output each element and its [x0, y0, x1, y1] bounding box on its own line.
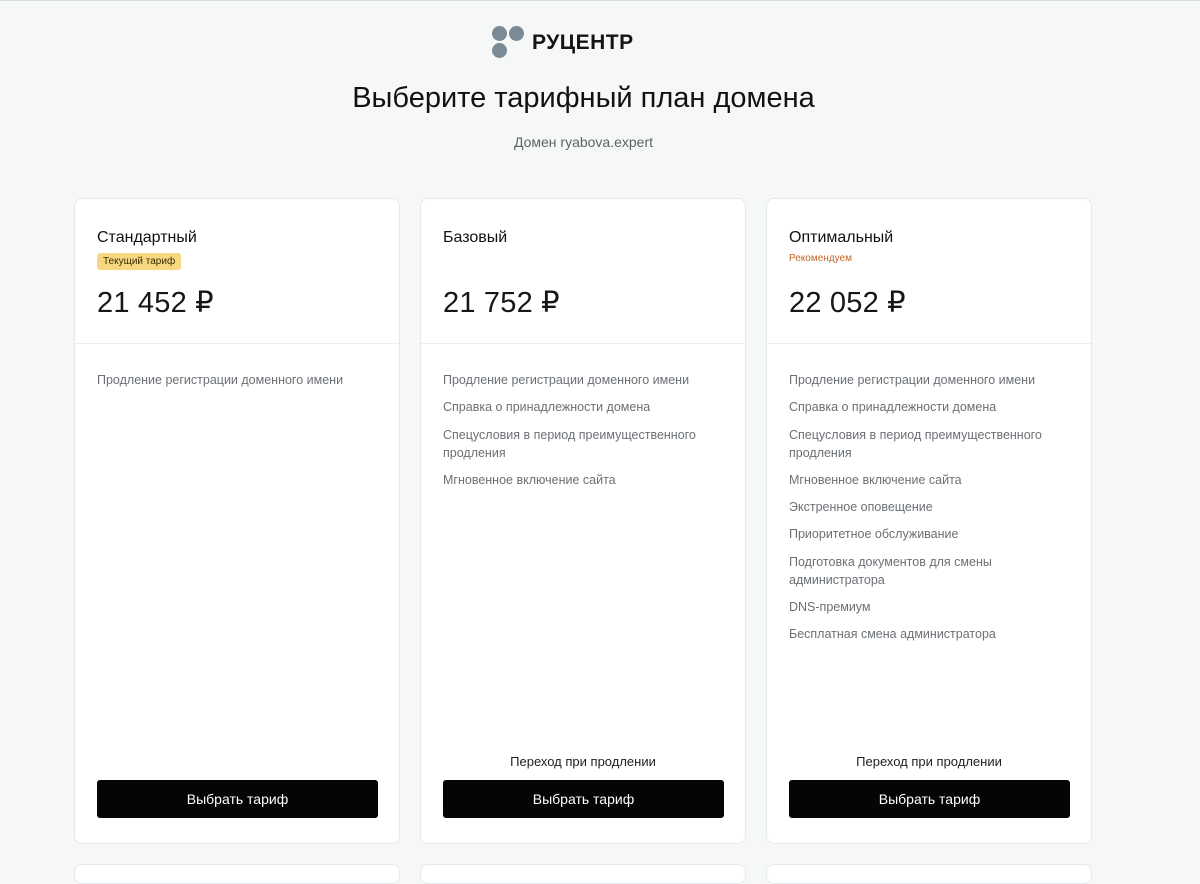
brand-logo[interactable]: РУЦЕНТР [492, 26, 634, 60]
brand-name: РУЦЕНТР [532, 31, 634, 54]
next-card-peek [420, 864, 746, 884]
feature-item: Экстренное оповещение [789, 500, 933, 515]
feature-item: Спецусловия в период преимущественного п… [789, 427, 1042, 460]
feature-item: Спецусловия в период преимущественного п… [443, 427, 696, 460]
feature-list: Продление регистрации доменного имени Сп… [443, 371, 723, 498]
recommended-badge: Рекомендуем [789, 253, 852, 264]
feature-item: Мгновенное включение сайта [443, 472, 616, 487]
feature-item: Приоритетное обслуживание [789, 527, 959, 542]
transition-note: Переход при продлении [856, 754, 1002, 769]
feature-item: Мгновенное включение сайта [789, 472, 962, 487]
feature-list: Продление регистрации доменного имени [97, 371, 377, 398]
feature-item: Подготовка документов для смены админист… [789, 554, 992, 587]
plan-price: 21 752 ₽ [443, 287, 560, 319]
logo-dots-icon [492, 26, 526, 60]
top-border [0, 0, 1200, 1]
feature-item: Продление регистрации доменного имени [789, 373, 1036, 387]
feature-item: Продление регистрации доменного имени [97, 373, 344, 387]
next-card-peek [766, 864, 1092, 884]
plan-name: Стандартный [97, 229, 197, 246]
select-plan-button[interactable]: Выбрать тариф [443, 780, 724, 818]
page-title: Выберите тарифный план домена [352, 82, 815, 114]
select-plan-button[interactable]: Выбрать тариф [97, 780, 378, 818]
domain-subtitle: Домен ryabova.expert [513, 134, 654, 150]
plan-card-header: Базовый 21 752 ₽ [421, 199, 745, 344]
plan-price: 22 052 ₽ [789, 287, 906, 319]
feature-item: Продление регистрации доменного имени [443, 373, 690, 387]
next-card-peek [74, 864, 400, 884]
plan-card-standard: Стандартный Текущий тариф 21 452 ₽ Продл… [74, 198, 400, 844]
plan-card-header: Оптимальный Рекомендуем 22 052 ₽ [767, 199, 1091, 344]
feature-item: Бесплатная смена администратора [789, 627, 996, 642]
transition-note: Переход при продлении [510, 754, 656, 769]
feature-list: Продление регистрации доменного имени Сп… [789, 371, 1069, 653]
current-plan-badge: Текущий тариф [97, 253, 182, 270]
plan-name: Оптимальный [789, 229, 894, 246]
feature-item: DNS-премиум [789, 600, 871, 615]
plan-name: Базовый [443, 229, 508, 246]
plan-price: 21 452 ₽ [97, 287, 214, 319]
plan-card-basic: Базовый 21 752 ₽ Продление регистрации д… [420, 198, 746, 844]
feature-item: Справка о принадлежности домена [789, 400, 997, 415]
select-plan-button[interactable]: Выбрать тариф [789, 780, 1070, 818]
plan-card-header: Стандартный Текущий тариф 21 452 ₽ [75, 199, 399, 344]
feature-item: Справка о принадлежности домена [443, 400, 651, 415]
plan-card-optimal: Оптимальный Рекомендуем 22 052 ₽ Продлен… [766, 198, 1092, 844]
